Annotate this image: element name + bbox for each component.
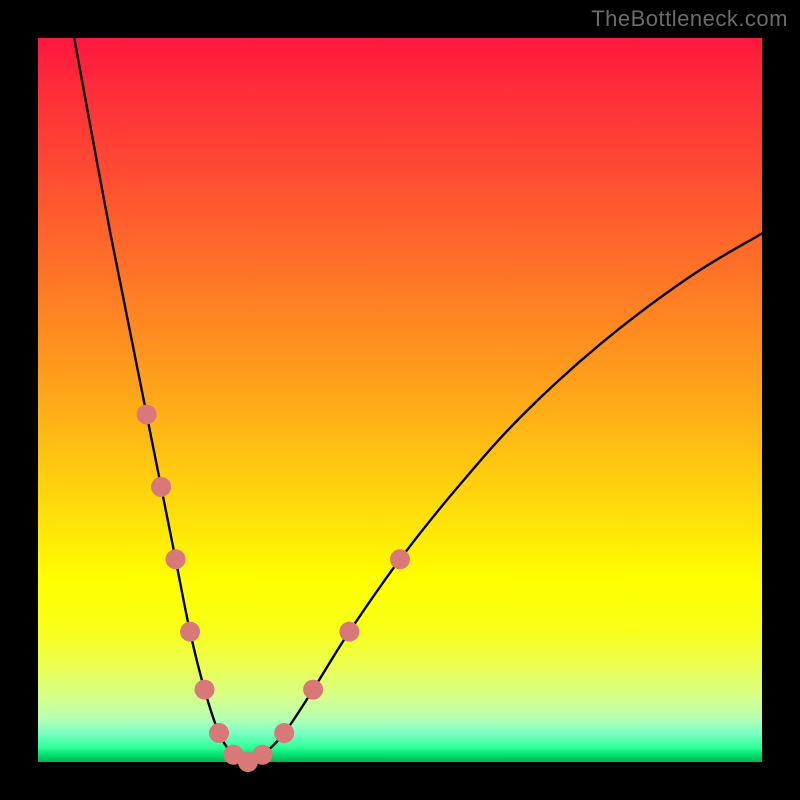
curve-markers [137,404,410,772]
curve-marker [195,680,215,700]
bottleneck-curve [74,38,762,762]
chart-stage: TheBottleneck.com [0,0,800,800]
plot-area [38,38,762,762]
curve-svg [38,38,762,762]
curve-marker [137,404,157,424]
curve-marker [303,680,323,700]
curve-marker [166,549,186,569]
curve-marker [390,549,410,569]
curve-marker [180,622,200,642]
curve-marker [252,745,272,765]
curve-marker [274,723,294,743]
curve-marker [151,477,171,497]
watermark-text: TheBottleneck.com [591,6,788,32]
curve-marker [209,723,229,743]
curve-marker [339,622,359,642]
